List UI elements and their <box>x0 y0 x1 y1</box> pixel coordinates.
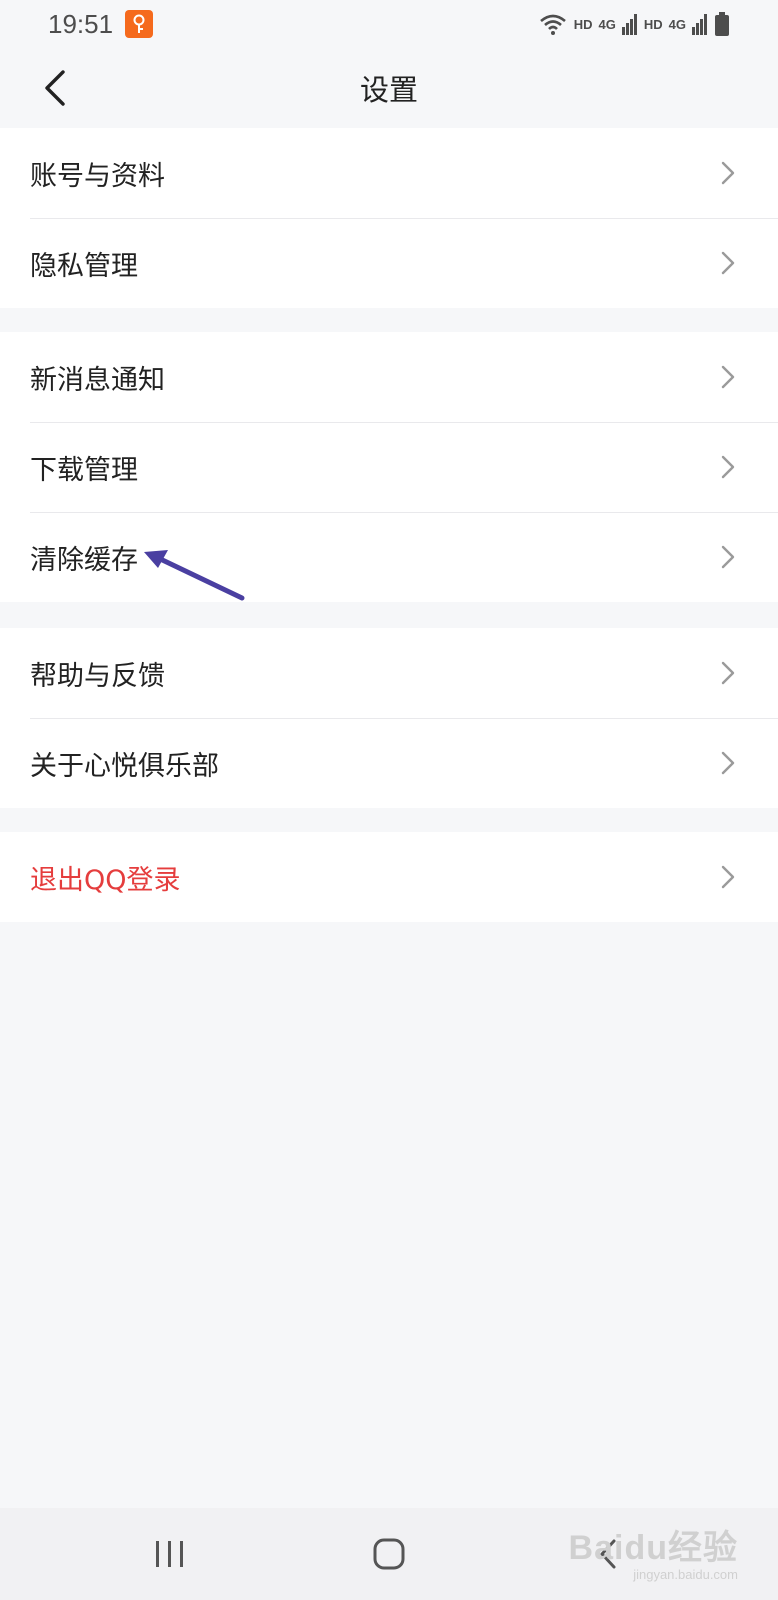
nav-bar: 设置 <box>0 48 778 128</box>
settings-item-label: 账号与资料 <box>30 160 165 192</box>
settings-item-account-profile[interactable]: 账号与资料 <box>0 128 778 218</box>
logout-label: 退出QQ登录 <box>30 864 181 896</box>
chevron-right-icon <box>721 365 735 389</box>
settings-group-account: 账号与资料 隐私管理 <box>0 128 778 308</box>
settings-group-logout: 退出QQ登录 <box>0 832 778 922</box>
settings-item-logout-qq[interactable]: 退出QQ登录 <box>0 832 778 922</box>
watermark-main: Baidu经验 <box>568 1529 738 1567</box>
chevron-right-icon <box>721 455 735 479</box>
baidu-jingyan-watermark: Baidu经验 jingyan.baidu.com <box>569 1520 738 1582</box>
settings-item-label: 帮助与反馈 <box>30 660 165 692</box>
home-button[interactable] <box>344 1519 434 1589</box>
settings-item-clear-cache[interactable]: 清除缓存 <box>0 512 778 602</box>
signal-label-2: 4G <box>668 16 686 32</box>
settings-item-help-feedback[interactable]: 帮助与反馈 <box>0 628 778 718</box>
network-type-2: HD <box>643 16 663 32</box>
settings-item-label: 清除缓存 <box>30 544 138 576</box>
status-time: 19:51 <box>48 8 114 39</box>
settings-item-label: 隐私管理 <box>30 250 138 282</box>
settings-item-label: 关于心悦俱乐部 <box>30 750 219 782</box>
status-bar: 19:51 HD 4G HD 4G <box>0 0 778 48</box>
settings-group-support: 帮助与反馈 关于心悦俱乐部 <box>0 628 778 808</box>
recent-apps-button[interactable] <box>125 1519 215 1589</box>
settings-item-downloads[interactable]: 下载管理 <box>0 422 778 512</box>
signal-label-1: 4G <box>598 16 616 32</box>
back-button[interactable] <box>30 62 80 114</box>
signal-icon-2 <box>692 14 707 35</box>
chevron-right-icon <box>721 545 735 569</box>
wifi-icon <box>539 14 566 35</box>
settings-item-privacy[interactable]: 隐私管理 <box>0 218 778 308</box>
battery-icon <box>715 12 729 36</box>
status-right: HD 4G HD 4G <box>538 12 730 36</box>
settings-item-notifications[interactable]: 新消息通知 <box>0 332 778 422</box>
chevron-right-icon <box>721 251 735 275</box>
chevron-right-icon <box>721 751 735 775</box>
page-title: 设置 <box>359 73 418 107</box>
settings-item-label: 下载管理 <box>30 454 138 486</box>
settings-item-label: 新消息通知 <box>30 364 165 396</box>
key-notification-icon <box>125 10 154 38</box>
recent-apps-icon <box>155 1541 183 1567</box>
network-type-1: HD <box>573 16 593 32</box>
settings-item-about[interactable]: 关于心悦俱乐部 <box>0 718 778 808</box>
watermark-sub: jingyan.baidu.com <box>633 1567 738 1582</box>
settings-group-general: 新消息通知 下载管理 清除缓存 <box>0 332 778 602</box>
back-arrow-icon <box>45 70 65 106</box>
home-icon <box>373 1538 405 1570</box>
chevron-right-icon <box>721 161 735 185</box>
chevron-right-icon <box>721 661 735 685</box>
chevron-right-icon <box>721 865 735 889</box>
signal-icon-1 <box>621 14 637 35</box>
status-left: 19:51 <box>48 8 154 40</box>
